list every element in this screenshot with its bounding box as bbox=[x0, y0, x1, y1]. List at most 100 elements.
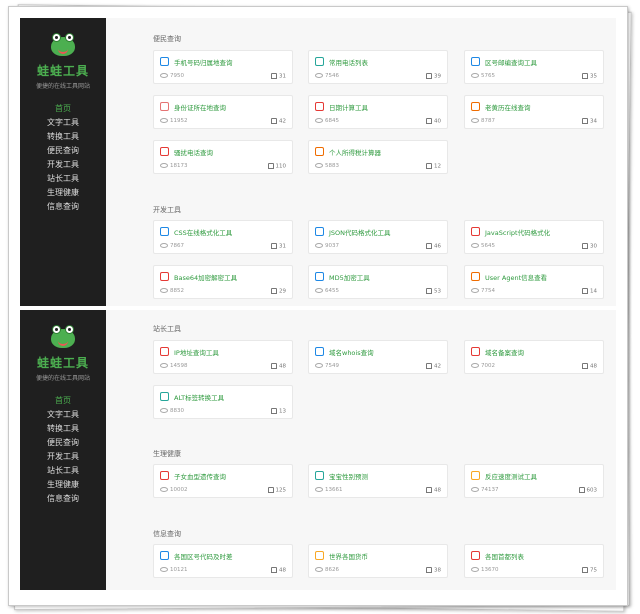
tool-card[interactable]: 子女血型遗传查询 10002 125 bbox=[153, 464, 293, 498]
frog-logo-icon[interactable] bbox=[50, 32, 76, 58]
tool-card[interactable]: ALT标签转换工具 8830 13 bbox=[153, 385, 293, 419]
view-count-value: 9037 bbox=[325, 243, 339, 249]
tool-name[interactable]: 身份证所在地查询 bbox=[174, 102, 226, 112]
tool-name[interactable]: 骚扰电话查询 bbox=[174, 147, 213, 157]
tool-name[interactable]: Base64加密解密工具 bbox=[174, 272, 237, 282]
tool-card[interactable]: JSON代码格式化工具 9037 46 bbox=[308, 220, 448, 254]
thumbs-up-icon bbox=[582, 118, 588, 124]
nav-item-convenience-query[interactable]: 便民查询 bbox=[20, 436, 106, 450]
tool-name[interactable]: MD5加密工具 bbox=[329, 272, 370, 282]
tool-name[interactable]: JSON代码格式化工具 bbox=[329, 227, 391, 237]
tool-card[interactable]: CSS在线格式化工具 7867 31 bbox=[153, 220, 293, 254]
nav-item-text-tools[interactable]: 文字工具 bbox=[20, 408, 106, 422]
site-brand[interactable]: 蛙蛙工具 bbox=[20, 62, 106, 79]
nav-item-home[interactable]: 首页 bbox=[20, 102, 106, 116]
tool-name[interactable]: 域名whois查询 bbox=[329, 347, 374, 357]
tool-card[interactable]: 宝宝性别预测 13661 48 bbox=[308, 464, 448, 498]
tool-name[interactable]: 世界各国货币 bbox=[329, 551, 368, 561]
tool-name[interactable]: 各国区号代码及时差 bbox=[174, 551, 233, 561]
tool-name[interactable]: 域名备案查询 bbox=[485, 347, 524, 357]
like-count[interactable]: 46 bbox=[426, 243, 441, 250]
like-count[interactable]: 110 bbox=[267, 163, 286, 170]
tool-card[interactable]: User Agent信息查看 7754 14 bbox=[464, 265, 604, 299]
tool-card[interactable]: IP地址查询工具 14598 48 bbox=[153, 340, 293, 374]
frog-logo-icon[interactable] bbox=[50, 324, 76, 350]
tool-card[interactable]: MD5加密工具 6455 53 bbox=[308, 265, 448, 299]
like-count[interactable]: 29 bbox=[271, 288, 286, 295]
tool-name[interactable]: 日期计算工具 bbox=[329, 102, 368, 112]
tool-card[interactable]: 常用电话列表 7546 39 bbox=[308, 50, 448, 84]
like-count[interactable]: 14 bbox=[582, 288, 597, 295]
like-count[interactable]: 125 bbox=[267, 487, 286, 494]
tool-name[interactable]: 常用电话列表 bbox=[329, 57, 368, 67]
like-count[interactable]: 39 bbox=[426, 73, 441, 80]
nav-item-health[interactable]: 生理健康 bbox=[20, 478, 106, 492]
tool-name[interactable]: 宝宝性别预测 bbox=[329, 471, 368, 481]
tool-card[interactable]: 个人所得税计算器 5883 12 bbox=[308, 140, 448, 174]
like-count[interactable]: 42 bbox=[426, 363, 441, 370]
nav-item-health[interactable]: 生理健康 bbox=[20, 186, 106, 200]
like-count[interactable]: 40 bbox=[426, 118, 441, 125]
nav-item-webmaster-tools[interactable]: 站长工具 bbox=[20, 172, 106, 186]
nav-item-convert-tools[interactable]: 转换工具 bbox=[20, 422, 106, 436]
thumbs-up-icon bbox=[271, 363, 277, 369]
like-count[interactable]: 75 bbox=[582, 567, 597, 574]
tool-card[interactable]: 各国区号代码及时差 10121 48 bbox=[153, 544, 293, 578]
tool-name[interactable]: 老黄历在线查询 bbox=[485, 102, 531, 112]
like-count-value: 48 bbox=[434, 487, 441, 494]
view-eye-icon bbox=[471, 243, 479, 248]
tool-name[interactable]: 反应速度测试工具 bbox=[485, 471, 537, 481]
like-count[interactable]: 53 bbox=[426, 288, 441, 295]
nav-item-dev-tools[interactable]: 开发工具 bbox=[20, 158, 106, 172]
tool-card[interactable]: 手机号码归属地查询 7950 31 bbox=[153, 50, 293, 84]
nav-item-dev-tools[interactable]: 开发工具 bbox=[20, 450, 106, 464]
tool-card[interactable]: 日期计算工具 6845 40 bbox=[308, 95, 448, 129]
tool-name[interactable]: IP地址查询工具 bbox=[174, 347, 219, 357]
tool-name[interactable]: 各国首都列表 bbox=[485, 551, 524, 561]
tool-card[interactable]: 域名whois查询 7549 42 bbox=[308, 340, 448, 374]
like-count[interactable]: 38 bbox=[426, 567, 441, 574]
site-brand[interactable]: 蛙蛙工具 bbox=[20, 354, 106, 371]
nav-item-info-query[interactable]: 信息查询 bbox=[20, 200, 106, 214]
tool-card[interactable]: 老黄历在线查询 8787 34 bbox=[464, 95, 604, 129]
tool-card[interactable]: 世界各国货币 8626 38 bbox=[308, 544, 448, 578]
tool-card[interactable]: JavaScript代码格式化 5645 30 bbox=[464, 220, 604, 254]
like-count[interactable]: 48 bbox=[271, 567, 286, 574]
tool-card[interactable]: 各国首都列表 13670 75 bbox=[464, 544, 604, 578]
drop-icon bbox=[160, 471, 169, 480]
like-count[interactable]: 603 bbox=[578, 487, 597, 494]
nav-item-info-query[interactable]: 信息查询 bbox=[20, 492, 106, 506]
thumbs-up-icon bbox=[426, 243, 432, 249]
tool-card[interactable]: 反应速度测试工具 74137 603 bbox=[464, 464, 604, 498]
tool-name[interactable]: 子女血型遗传查询 bbox=[174, 471, 226, 481]
tool-card[interactable]: 骚扰电话查询 18173 110 bbox=[153, 140, 293, 174]
tool-name[interactable]: 手机号码归属地查询 bbox=[174, 57, 233, 67]
nav-item-webmaster-tools[interactable]: 站长工具 bbox=[20, 464, 106, 478]
tool-name[interactable]: ALT标签转换工具 bbox=[174, 392, 224, 402]
nav-item-home[interactable]: 首页 bbox=[20, 394, 106, 408]
tool-name[interactable]: 区号邮编查询工具 bbox=[485, 57, 537, 67]
like-count[interactable]: 35 bbox=[582, 73, 597, 80]
tool-name[interactable]: JavaScript代码格式化 bbox=[485, 227, 550, 237]
tool-card[interactable]: 身份证所在地查询 11952 42 bbox=[153, 95, 293, 129]
nav-item-convert-tools[interactable]: 转换工具 bbox=[20, 130, 106, 144]
like-count[interactable]: 31 bbox=[271, 73, 286, 80]
tool-name[interactable]: 个人所得税计算器 bbox=[329, 147, 381, 157]
nav-item-text-tools[interactable]: 文字工具 bbox=[20, 116, 106, 130]
like-count[interactable]: 30 bbox=[582, 243, 597, 250]
tool-card[interactable]: Base64加密解密工具 8852 29 bbox=[153, 265, 293, 299]
tool-card[interactable]: 区号邮编查询工具 5765 35 bbox=[464, 50, 604, 84]
like-count[interactable]: 34 bbox=[582, 118, 597, 125]
tool-name[interactable]: User Agent信息查看 bbox=[485, 272, 547, 282]
like-count[interactable]: 42 bbox=[271, 118, 286, 125]
like-count[interactable]: 48 bbox=[271, 363, 286, 370]
like-count[interactable]: 13 bbox=[271, 408, 286, 415]
view-count: 7867 bbox=[160, 243, 184, 249]
nav-item-convenience-query[interactable]: 便民查询 bbox=[20, 144, 106, 158]
tool-card[interactable]: 域名备案查询 7002 48 bbox=[464, 340, 604, 374]
tool-name[interactable]: CSS在线格式化工具 bbox=[174, 227, 232, 237]
like-count[interactable]: 48 bbox=[426, 487, 441, 494]
like-count[interactable]: 48 bbox=[582, 363, 597, 370]
like-count[interactable]: 12 bbox=[426, 163, 441, 170]
like-count[interactable]: 31 bbox=[271, 243, 286, 250]
